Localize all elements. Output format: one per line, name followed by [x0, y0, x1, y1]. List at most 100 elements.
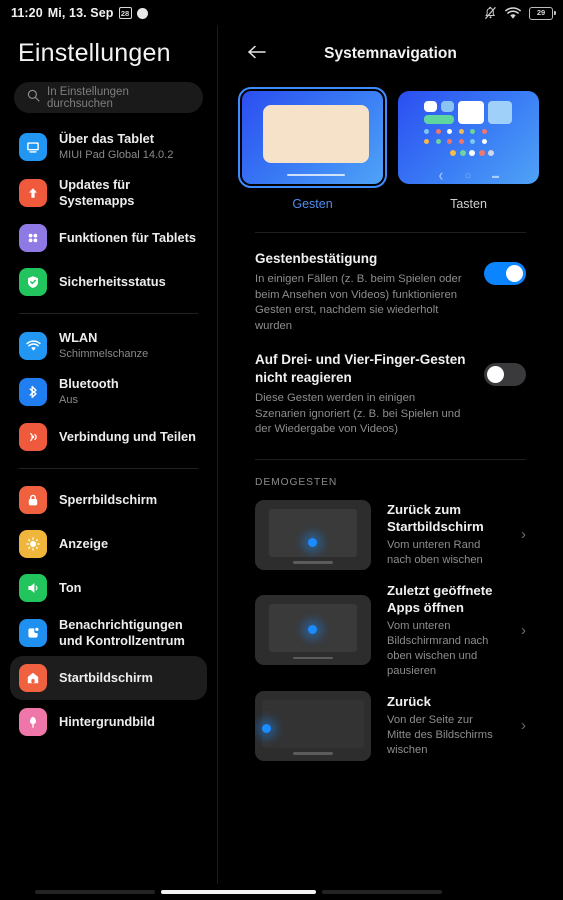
preview-app-grid [424, 101, 520, 156]
section-header-demogesten: DEMOGESTEN [255, 476, 338, 488]
thumbnail-screen [262, 699, 364, 748]
battery-icon: 29 [529, 6, 556, 20]
thumbnail-gesture-bar [293, 561, 333, 564]
page-title: Einstellungen [18, 39, 171, 67]
demo-title: Zurück [387, 694, 431, 709]
navigation-mode-selector: Gesten ❮ □ ▬ Tasten [237, 86, 539, 211]
preview-widgets-row [424, 101, 520, 124]
sidebar-item-hintergrundbild[interactable]: Hintergrundbild [10, 700, 207, 744]
panel-header: Systemnavigation [242, 32, 539, 76]
chevron-right-icon[interactable]: › [512, 526, 526, 543]
gesture-bar-left-segment[interactable] [35, 890, 155, 894]
calendar-icon: 28 [118, 7, 132, 19]
sidebar-item-verbindung-und-teilen[interactable]: Verbindung und Teilen [10, 415, 207, 459]
sidebar-item-text: Bluetooth Aus [59, 376, 119, 408]
search-icon [27, 89, 40, 107]
sidebar-item-benachrichtigungen[interactable]: Benachrichtigungen und Kontrollzentrum [10, 610, 207, 656]
setting-row-finger-gesten[interactable]: Auf Drei- und Vier-Finger-Gesten nicht r… [242, 334, 539, 438]
status-bar: 11:20 Mi, 13. Sep 28 29 [0, 0, 563, 26]
sidebar-item-bluetooth[interactable]: Bluetooth Aus [10, 369, 207, 415]
brightness-icon [19, 530, 47, 558]
sidebar-item-funktionen-fuer-tablets[interactable]: Funktionen für Tablets [10, 216, 207, 260]
sidebar-item-sperrbildschirm[interactable]: Sperrbildschirm [10, 478, 207, 522]
home-icon [19, 664, 47, 692]
thumbnail-screen [269, 508, 357, 557]
demo-row-zuletzt-geoeffnete-apps[interactable]: Zuletzt geöffnete Apps öffnen Vom untere… [242, 570, 539, 679]
demo-thumbnail [255, 690, 371, 761]
sidebar-item-updates-fuer-systemapps[interactable]: Updates für Systemapps [10, 170, 207, 216]
sidebar-item-label: WLAN [59, 330, 98, 345]
demo-thumbnail [255, 595, 371, 665]
sidebar-item-label: Bluetooth [59, 376, 119, 391]
preview-dock [424, 150, 520, 156]
grid-dots-icon [19, 224, 47, 252]
sidebar-item-ueber-das-tablet[interactable]: Über das Tablet MIUI Pad Global 14.0.2 [10, 124, 207, 170]
sidebar-item-text: Benachrichtigungen und Kontrollzentrum [59, 617, 198, 649]
mode-option-gesten[interactable]: Gesten [237, 86, 388, 211]
sidebar-item-label: Funktionen für Tablets [59, 230, 196, 245]
setting-toggle-finger-gesten[interactable] [484, 363, 526, 386]
wifi-icon [19, 332, 47, 360]
preview-window [263, 105, 369, 163]
sidebar-item-wlan[interactable]: WLAN Schimmelschanze [10, 323, 207, 369]
buttons-preview[interactable]: ❮ □ ▬ [398, 91, 539, 184]
setting-row-gestenbestaetigung[interactable]: Gestenbestätigung In einigen Fällen (z. … [242, 233, 539, 334]
sidebar-item-startbildschirm[interactable]: Startbildschirm [10, 656, 207, 700]
nav-recents-icon: ▬ [492, 173, 500, 180]
sidebar-item-anzeige[interactable]: Anzeige [10, 522, 207, 566]
mode-option-label: Gesten [292, 197, 333, 211]
sidebar-item-label: Anzeige [59, 536, 109, 551]
toggle-knob [506, 265, 523, 282]
flower-icon [19, 708, 47, 736]
sidebar-item-ton[interactable]: Ton [10, 566, 207, 610]
preview-widget-group [424, 101, 454, 124]
demo-row-zurueck[interactable]: Zurück Von der Seite zur Mitte des Bilds… [242, 679, 539, 761]
chevron-right-icon[interactable]: › [512, 622, 526, 639]
chevron-right-icon[interactable]: › [512, 717, 526, 734]
lock-icon [19, 486, 47, 514]
preview-widget-blue [488, 101, 512, 124]
status-bar-left: 11:20 Mi, 13. Sep 28 [11, 6, 148, 20]
upload-arrow-icon [19, 179, 47, 207]
share-icon [19, 423, 47, 451]
nav-back-icon: ❮ [437, 173, 444, 180]
mode-option-tasten[interactable]: ❮ □ ▬ Tasten [398, 91, 539, 211]
sidebar-item-label: Über das Tablet [59, 131, 155, 146]
gesture-bar-right-segment[interactable] [322, 890, 442, 894]
sidebar-item-label: Hintergrundbild [59, 714, 155, 729]
back-button[interactable] [242, 39, 272, 69]
demo-thumbnail [255, 499, 371, 570]
mode-option-label: Tasten [450, 197, 487, 211]
preview-widget-large [458, 101, 484, 124]
demo-title: Zurück zum Startbildschirm [387, 502, 484, 534]
sidebar-item-label: Verbindung und Teilen [59, 429, 196, 444]
panel-title: Systemnavigation [324, 45, 457, 62]
setting-description: In einigen Fällen (z. B. beim Spielen od… [255, 273, 462, 332]
demo-text: Zurück zum Startbildschirm Vom unteren R… [387, 501, 496, 568]
search-input[interactable]: In Einstellungen durchsuchen [14, 82, 203, 113]
sidebar-item-label: Updates für Systemapps [59, 177, 135, 208]
sidebar-item-text: Über das Tablet MIUI Pad Global 14.0.2 [59, 131, 173, 163]
sidebar-item-sublabel: Schimmelschanze [59, 348, 149, 360]
sidebar-item-sicherheitsstatus[interactable]: Sicherheitsstatus [10, 260, 207, 304]
demo-description: Vom unteren Rand nach oben wischen [387, 539, 483, 566]
sidebar-item-text: Updates für Systemapps [59, 177, 198, 209]
setting-toggle-gestenbestaetigung[interactable] [484, 262, 526, 285]
setting-description: Diese Gesten werden in einigen Szenarien… [255, 392, 461, 435]
gesture-bar-home-indicator[interactable] [161, 890, 316, 894]
content-area: Einstellungen In Einstellungen durchsuch… [0, 26, 563, 884]
bluetooth-icon [19, 378, 47, 406]
sidebar-nav-list: Über das Tablet MIUI Pad Global 14.0.2 U… [10, 124, 207, 744]
sidebar-item-sublabel: MIUI Pad Global 14.0.2 [59, 149, 174, 161]
demo-row-zurueck-zum-startbildschirm[interactable]: Zurück zum Startbildschirm Vom unteren R… [242, 488, 539, 570]
sidebar-item-text: Verbindung und Teilen [59, 429, 196, 445]
gesture-touch-point [262, 723, 271, 733]
system-gesture-bar[interactable] [0, 884, 563, 900]
status-time: 11:20 [11, 6, 43, 20]
demo-text: Zurück Von der Seite zur Mitte des Bilds… [387, 693, 496, 758]
gesture-preview[interactable] [237, 86, 388, 189]
sidebar-item-text: Funktionen für Tablets [59, 230, 196, 246]
sidebar-item-sublabel: Aus [59, 394, 78, 406]
sidebar-item-label: Startbildschirm [59, 670, 153, 685]
sidebar-item-label: Ton [59, 580, 82, 595]
